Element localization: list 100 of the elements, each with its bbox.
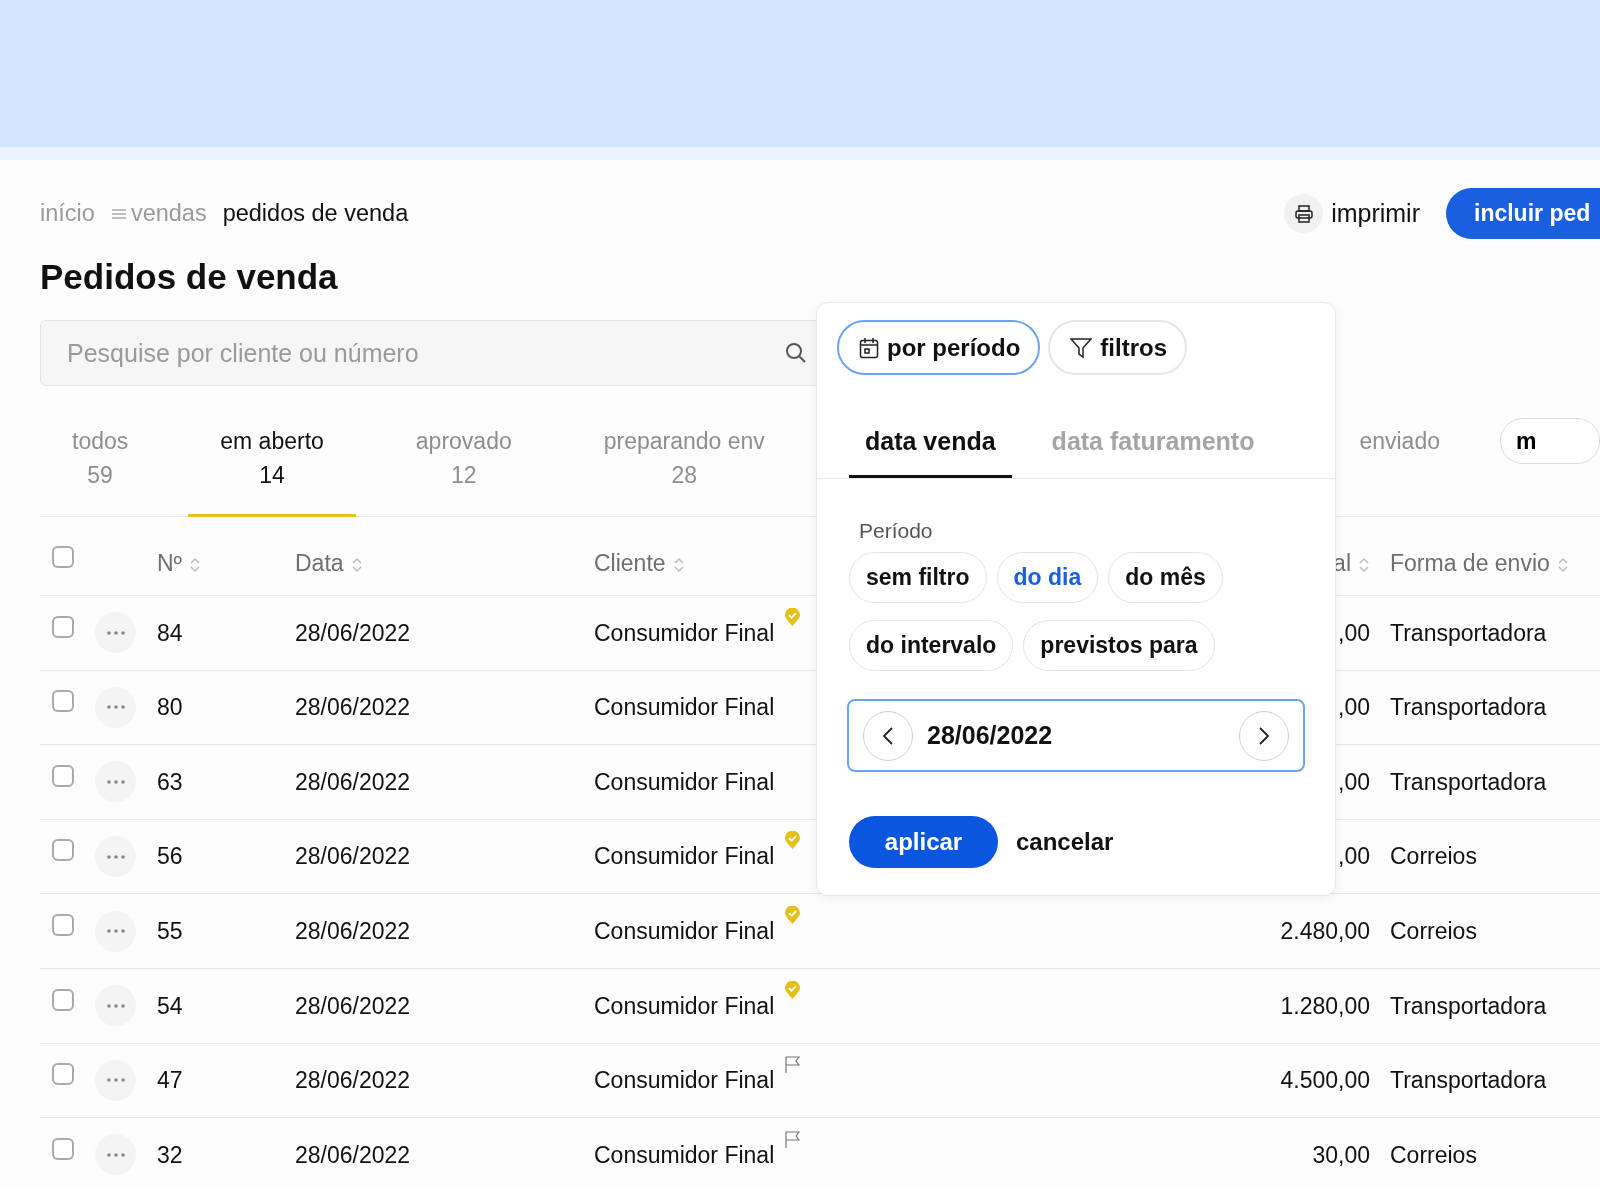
table-cell: ,00 [1338,768,1370,795]
row-checkbox[interactable] [52,690,74,713]
table-cell: 28/06/2022 [295,619,411,646]
more-button[interactable] [95,1134,136,1176]
table-cell: ,00 [1338,843,1370,870]
apply-button[interactable]: aplicar [849,816,998,868]
more-button[interactable] [95,836,136,878]
period-label: Período [859,517,934,544]
table-cell: 84 [157,619,183,646]
table-cell: Transportadora [1390,992,1547,1019]
status-tab[interactable]: enviado [1327,424,1472,517]
table-cell: 56 [157,843,183,870]
ellipsis-icon [106,854,125,859]
next-button[interactable] [1239,710,1289,761]
table-cell: Consumidor Final [594,694,775,721]
breadcrumb-current: pedidos de venda [222,198,409,228]
filter-mode-button[interactable]: por período [837,320,1041,375]
filter-chip[interactable]: m [1500,418,1600,464]
table-cell: Correios [1390,917,1477,944]
page-title: Pedidos de venda [40,257,339,297]
more-button[interactable] [95,985,136,1027]
table-cell: Correios [1390,1141,1477,1168]
column-header[interactable]: Data [295,549,344,576]
table-cell: Consumidor Final [594,843,775,870]
filter-icon [1070,336,1093,359]
table-cell: Consumidor Final [594,992,775,1019]
table-cell: 28/06/2022 [295,992,411,1019]
more-button[interactable] [95,761,136,803]
row-checkbox[interactable] [52,764,74,787]
more-button[interactable] [95,910,136,952]
status-tab[interactable]: todos 59 [40,424,161,517]
table-cell: Transportadora [1390,619,1547,646]
period-chip[interactable]: sem filtro [849,552,987,603]
print-button[interactable]: imprimir [1284,194,1420,233]
status-tab[interactable]: em aberto 14 [188,424,356,517]
search-icon [784,341,808,365]
table-cell: Transportadora [1390,694,1547,721]
date-field[interactable]: 28/06/2022 [847,699,1305,772]
cancel-button[interactable]: cancelar [1010,823,1120,861]
table-cell: 54 [157,992,183,1019]
status-tab[interactable]: aprovado 12 [383,424,544,517]
table-cell: 28/06/2022 [295,917,411,944]
table-cell: Consumidor Final [594,1141,775,1168]
ellipsis-icon [106,1152,125,1157]
table-cell: Transportadora [1390,768,1547,795]
more-button[interactable] [95,686,136,728]
table-cell: 1.280,00 [1280,992,1370,1019]
table-cell: 63 [157,768,183,795]
calendar-icon [859,336,879,359]
table-cell: Correios [1390,843,1477,870]
column-header[interactable]: Forma de envio [1390,549,1550,576]
period-chip[interactable]: do dia [996,552,1099,603]
table-cell: 80 [157,694,183,721]
period-chip[interactable]: previstos para [1023,620,1215,671]
table-cell: Consumidor Final [594,768,775,795]
previous-button[interactable] [863,710,913,761]
more-button[interactable] [95,1059,136,1101]
table-cell: 30,00 [1312,1141,1370,1168]
table-cell: 28/06/2022 [295,768,411,795]
row-checkbox[interactable] [52,1137,74,1160]
status-tab[interactable]: preparando env 28 [571,424,797,517]
select-all-checkbox[interactable] [52,545,74,568]
table-cell: 28/06/2022 [295,1067,411,1094]
row-checkbox[interactable] [52,913,74,936]
table-cell: 32 [157,1141,183,1168]
ellipsis-icon [106,780,125,784]
ellipsis-icon [106,1003,125,1008]
table-cell: Transportadora [1390,1067,1547,1094]
row-checkbox[interactable] [52,1063,74,1086]
row-checkbox[interactable] [52,615,74,638]
add-order-button[interactable]: incluir ped [1446,188,1600,239]
table-cell: 47 [157,1067,183,1094]
menu-icon [110,206,127,221]
table-cell: ,00 [1338,619,1370,646]
column-header[interactable]: Nº [157,549,182,576]
chevron-left-icon [882,725,894,746]
more-button[interactable] [95,612,136,654]
table-cell: 28/06/2022 [295,1141,411,1168]
chevron-right-icon [1258,725,1270,746]
ellipsis-icon [106,929,125,934]
ellipsis-icon [106,705,125,710]
printer-icon [1293,203,1314,224]
filter-mode-button[interactable]: filtros [1048,320,1187,375]
column-header[interactable]: Cliente [594,549,666,576]
table-cell: Consumidor Final [594,917,775,944]
period-chip[interactable]: do mês [1108,552,1223,603]
ellipsis-icon [106,1078,125,1083]
table-cell: 55 [157,917,183,944]
ellipsis-icon [106,630,125,635]
table-cell: Consumidor Final [594,1067,775,1094]
period-chip[interactable]: do intervalo [849,620,1014,671]
table-cell: ,00 [1338,694,1370,721]
table-cell: Consumidor Final [594,619,775,646]
row-checkbox[interactable] [52,839,74,862]
table-cell: 28/06/2022 [295,694,411,721]
table-cell: 4.500,00 [1280,1067,1370,1094]
table-cell: 2.480,00 [1280,917,1370,944]
date-type-tab[interactable]: data venda [849,411,1012,478]
row-checkbox[interactable] [52,988,74,1011]
table-cell: 28/06/2022 [295,843,411,870]
